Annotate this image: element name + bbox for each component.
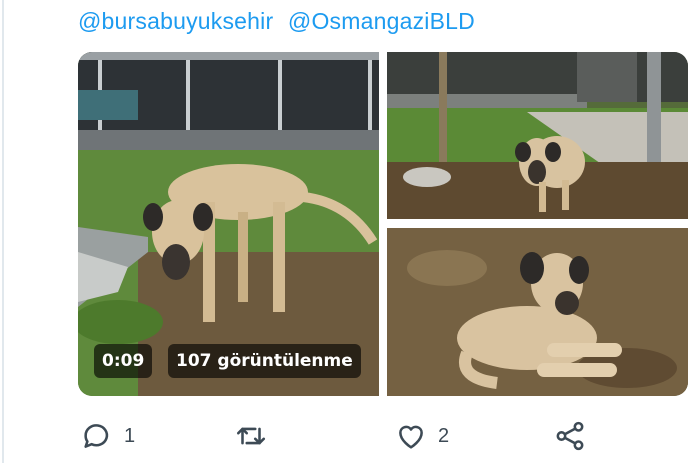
video-duration-badge: 0:09	[94, 344, 153, 378]
dog-photo-standing	[387, 52, 688, 219]
dog-photo-lying	[387, 228, 688, 396]
retweet-icon	[236, 427, 266, 445]
reply-count: 1	[124, 424, 136, 447]
mention-link-osmangazibld[interactable]: @OsmangaziBLD	[288, 8, 475, 34]
tweet-action-bar: 1 2	[0, 416, 695, 456]
share-icon	[556, 421, 584, 451]
share-button[interactable]	[553, 416, 587, 456]
like-count: 2	[438, 424, 450, 447]
video-tile[interactable]: 0:09 107 görüntülenme	[78, 52, 379, 396]
photo-tile-bottom[interactable]	[387, 228, 688, 396]
tweet-mentions: @bursabuyuksehir @OsmangaziBLD	[78, 8, 483, 35]
heart-icon	[399, 425, 423, 449]
reply-icon	[84, 424, 109, 448]
mention-link-bursabuyuksehir[interactable]: @bursabuyuksehir	[78, 8, 273, 34]
reply-button[interactable]: 1	[80, 416, 135, 456]
tweet-media-grid: 0:09 107 görüntülenme	[78, 52, 688, 396]
photo-tile-top[interactable]	[387, 52, 688, 219]
view-count-badge: 107 görüntülenme	[168, 344, 361, 378]
timeline-border	[2, 0, 4, 463]
retweet-button[interactable]	[234, 416, 278, 456]
like-button[interactable]: 2	[394, 416, 449, 456]
